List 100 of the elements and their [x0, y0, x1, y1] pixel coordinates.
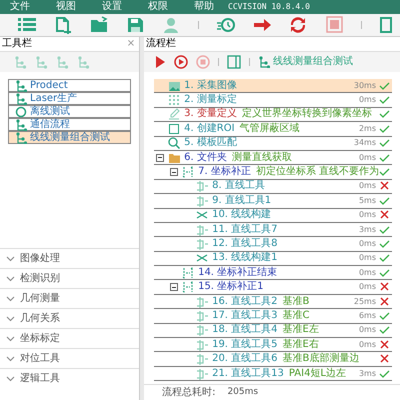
refresh-icon[interactable] — [289, 16, 307, 34]
flow-icon[interactable] — [35, 56, 48, 68]
step-note: 初定位坐标系 直线不要作为 — [256, 167, 379, 178]
line-tool-icon — [196, 238, 208, 250]
flow-step[interactable]: 7. 坐标补正 初定位坐标系 直线不要作为 — [154, 165, 392, 180]
project-item[interactable]: Prodect — [9, 79, 130, 92]
step-time: 3ms — [358, 370, 376, 378]
panel-title: 流程栏 — [146, 39, 176, 49]
flow-icon[interactable] — [77, 56, 90, 68]
folder-icon[interactable] — [90, 16, 108, 34]
menu-item[interactable]: 视图 — [56, 2, 76, 12]
step-name: 10. 线线构建 — [212, 210, 272, 220]
flow-step[interactable]: 8. 直线工具 0ms — [154, 180, 392, 194]
step-note: 基准B底部测量边 — [282, 354, 360, 364]
flow-step[interactable]: 6. 文件夹 测量直线获取 0ms — [154, 150, 392, 166]
tool-group[interactable]: 检测识别 — [0, 268, 140, 288]
step-note: 基准E右 — [282, 340, 319, 350]
coordinate-icon — [182, 266, 194, 279]
step-time: 0ms — [358, 326, 376, 334]
close-button[interactable]: × — [126, 39, 138, 49]
tool-group[interactable]: 几何测量 — [0, 288, 140, 308]
stop-circle-icon[interactable] — [196, 55, 210, 69]
step-name: 4. 创建ROI — [184, 124, 235, 134]
flow-step[interactable]: 16. 直线工具2 基准B 25ms — [154, 294, 392, 310]
flow-step[interactable]: 15. 坐标补正1 0ms — [154, 280, 392, 295]
step-name: 11. 直线工具7 — [212, 224, 278, 235]
stop-icon[interactable] — [325, 16, 343, 34]
line-tool-icon — [196, 324, 208, 336]
step-time: 0ms — [358, 268, 376, 277]
step-time: 0ms — [358, 96, 376, 104]
flow-icon[interactable] — [56, 56, 69, 68]
project-item[interactable]: Laser生产 — [9, 92, 130, 105]
flow-step[interactable]: 2. 测量标定 0ms — [154, 93, 392, 108]
flow-step[interactable]: 20. 直线工具6 基准B底部测量边 — [154, 352, 392, 367]
line-tool-icon — [196, 310, 208, 322]
flow-step[interactable]: 3. 变量定义 定义世界坐标转换到像素坐标 — [154, 108, 392, 122]
flow-step[interactable]: 5. 模板匹配 34ms — [154, 136, 392, 151]
step-time: 0ms — [358, 154, 376, 162]
step-time: 34ms — [354, 139, 376, 148]
tool-group[interactable]: 几何关系 — [0, 308, 140, 328]
tool-group[interactable]: 对位工具 — [0, 348, 140, 368]
play-circle-icon[interactable] — [174, 55, 188, 69]
tool-group[interactable]: 坐标标定 — [0, 328, 140, 348]
flow-step[interactable]: 9. 直线工具1 5ms — [154, 194, 392, 209]
tool-group[interactable]: 图像处理 — [0, 248, 140, 268]
project-item[interactable]: 离线测试 — [9, 105, 130, 118]
user-icon[interactable] — [162, 16, 180, 34]
list-icon[interactable] — [18, 16, 36, 34]
step-time: 0ms — [358, 254, 376, 262]
flow-step[interactable]: 21. 直线工具13 PAI4短L边左 3ms — [154, 366, 392, 382]
flow-step[interactable]: 17. 直线工具3 基准C 6ms — [154, 309, 392, 324]
square-icon — [168, 122, 180, 135]
panel-icon[interactable] — [227, 55, 242, 69]
flow-icon[interactable] — [14, 56, 27, 68]
project-item[interactable]: 通信流程 — [9, 118, 130, 131]
step-name: 19. 直线工具5 — [212, 340, 278, 350]
flow-step[interactable]: 19. 直线工具5 基准E右 0ms — [154, 338, 392, 352]
step-name: 21. 直线工具13 — [212, 368, 284, 378]
line-tool-icon — [196, 368, 208, 380]
step-name: 1. 采集图像 — [184, 80, 237, 91]
chevron-down-icon — [6, 256, 15, 262]
save-icon[interactable] — [126, 16, 144, 34]
line-tool-icon — [196, 224, 208, 236]
step-time: 5ms — [358, 196, 376, 205]
project-label: Laser生产 — [30, 94, 78, 104]
chevron-down-icon — [6, 316, 15, 322]
flow-step[interactable]: 14. 坐标补正结束 0ms — [154, 266, 392, 280]
project-item[interactable]: 线线测量组合测试 — [9, 131, 130, 144]
expand-toggle[interactable] — [170, 283, 178, 292]
line-tool-icon — [196, 296, 208, 308]
magnifier-icon — [168, 137, 180, 150]
flow-step[interactable]: 11. 直线工具7 3ms — [154, 222, 392, 238]
version-label: CCVISION 10.8.4.0 — [228, 3, 310, 11]
expand-toggle[interactable] — [170, 168, 178, 176]
menu-item[interactable]: 文件 — [10, 2, 30, 12]
line-tool-icon — [196, 338, 208, 351]
expand-toggle[interactable] — [156, 154, 164, 162]
arrow-right-icon[interactable] — [253, 16, 271, 34]
project-label: 通信流程 — [30, 120, 70, 130]
chevron-down-icon — [6, 336, 15, 342]
menu-item[interactable]: 帮助 — [194, 2, 214, 12]
menu-item[interactable]: 权限 — [148, 2, 168, 12]
step-name: 6. 文件夹 — [184, 152, 227, 163]
menu-item[interactable]: 设置 — [102, 2, 122, 12]
flow-step[interactable]: 10. 线线构建 0ms — [154, 208, 392, 223]
step-name: 5. 模板匹配 — [184, 138, 237, 148]
flow-step[interactable]: 13. 线线构建1 0ms — [154, 252, 392, 266]
flow-icon — [15, 80, 27, 92]
project-label: 离线测试 — [30, 106, 70, 116]
timer-icon[interactable] — [217, 16, 235, 34]
flow-step[interactable]: 4. 创建ROI 气管屏蔽区域 2ms — [154, 122, 392, 137]
step-name: 3. 变量定义 — [184, 109, 237, 120]
step-note: 基准E左 — [282, 325, 319, 336]
tool-group[interactable]: 逻辑工具 — [0, 368, 140, 388]
step-time: 0ms — [358, 283, 376, 292]
play-icon[interactable] — [154, 55, 166, 69]
flow-step[interactable]: 18. 直线工具4 基准E左 0ms — [154, 324, 392, 338]
new-file-icon[interactable] — [54, 16, 72, 34]
flow-step[interactable]: 12. 直线工具8 0ms — [154, 237, 392, 252]
flow-step[interactable]: 1. 采集图像 30ms — [154, 79, 392, 94]
